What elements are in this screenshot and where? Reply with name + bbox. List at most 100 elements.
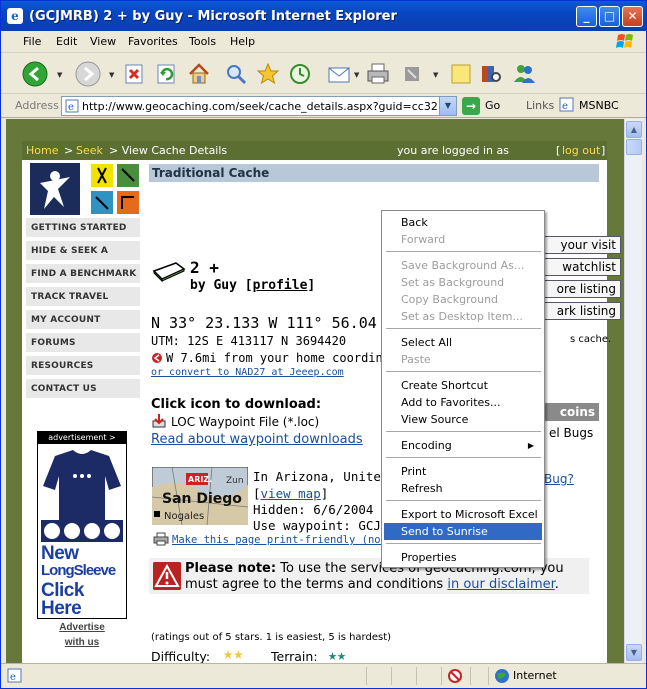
close-button[interactable]: ✕	[622, 6, 643, 27]
ctx-separator	[386, 371, 541, 372]
window-title: (GCJMRB) 2 + by Guy - Microsoft Internet…	[29, 9, 397, 24]
edit-icon[interactable]	[398, 60, 426, 88]
forward-icon[interactable]	[74, 60, 102, 88]
hidden-date: Hidden: 6/6/2004	[253, 502, 374, 517]
scroll-down-icon[interactable]: ▼	[626, 644, 642, 661]
printer-small-icon[interactable]	[153, 532, 169, 546]
profile-link[interactable]: profile	[253, 278, 308, 293]
ctx-add-favorites[interactable]: Add to Favorites...	[384, 394, 542, 411]
back-dropdown-icon[interactable]: ▼	[57, 71, 64, 79]
breadcrumb-seek[interactable]: Seek	[76, 144, 103, 157]
ctx-create-shortcut[interactable]: Create Shortcut	[384, 377, 542, 394]
edit-dropdown-icon[interactable]: ▼	[433, 71, 440, 79]
menu-bar: File Edit View Favorites Tools Help	[1, 31, 646, 53]
back-icon[interactable]	[21, 60, 49, 88]
ctx-export-excel[interactable]: Export to Microsoft Excel	[384, 506, 542, 523]
title-bar[interactable]: e (GCJMRB) 2 + by Guy - Microsoft Intern…	[1, 1, 646, 31]
minimize-button[interactable]: _	[576, 6, 597, 27]
nav-forums[interactable]: FORUMS	[26, 333, 140, 354]
vertical-scrollbar[interactable]: ▲ ▼	[624, 119, 642, 663]
menu-favorites[interactable]: Favorites	[128, 35, 178, 48]
nav-track-travel-bugs[interactable]: TRACK TRAVEL BUGS	[26, 287, 140, 323]
ctx-send-to-sunrise[interactable]: Send to Sunrise	[384, 523, 542, 540]
ctx-back[interactable]: Back	[384, 214, 542, 231]
ie-app-icon[interactable]: e	[7, 8, 23, 24]
download-file-icon[interactable]	[151, 413, 167, 429]
geocaching-logo-icon[interactable]	[30, 163, 80, 215]
read-about-downloads-link[interactable]: Read about waypoint downloads	[151, 432, 363, 447]
popup-blocked-icon[interactable]	[447, 668, 463, 684]
mail-dropdown-icon[interactable]: ▼	[354, 71, 361, 79]
menu-view[interactable]: View	[90, 35, 116, 48]
disclaimer-link[interactable]: in our disclaimer	[447, 577, 554, 592]
shirt-image-icon	[41, 446, 123, 520]
menu-tools[interactable]: Tools	[189, 35, 216, 48]
nav-contact-us[interactable]: CONTACT US	[26, 379, 140, 400]
nav-find-benchmark[interactable]: FIND A BENCHMARK	[26, 264, 140, 285]
advertise-link[interactable]: Advertise	[37, 622, 127, 633]
nav-my-account[interactable]: MY ACCOUNT	[26, 310, 140, 331]
breadcrumb-home[interactable]: Home	[26, 144, 58, 157]
messenger-icon[interactable]	[511, 60, 539, 88]
print-friendly-link[interactable]: Make this page print-friendly (no logs	[172, 534, 412, 546]
refresh-icon[interactable]	[153, 60, 181, 88]
geocaching-emblem-icon	[91, 164, 139, 214]
address-dropdown-icon[interactable]: ▼	[439, 97, 456, 115]
stop-icon[interactable]	[121, 60, 149, 88]
address-input[interactable]: e http://www.geocaching.com/seek/cache_d…	[61, 96, 457, 116]
ctx-separator	[386, 328, 541, 329]
nav-resources[interactable]: RESOURCES	[26, 356, 140, 377]
menu-file[interactable]: File	[23, 35, 41, 48]
links-label[interactable]: Links	[526, 99, 554, 112]
nav-hide-seek[interactable]: HIDE & SEEK A CACHE	[26, 241, 140, 277]
loc-file-label[interactable]: LOC Waypoint File (*.loc)	[171, 415, 319, 429]
scroll-thumb[interactable]	[626, 139, 642, 155]
bookmark-listing-button[interactable]: ark listing	[544, 302, 621, 320]
go-label[interactable]: Go	[485, 99, 500, 112]
ctx-print[interactable]: Print	[384, 463, 542, 480]
msnbc-label[interactable]: MSNBC	[579, 99, 619, 112]
travel-bug-link[interactable]: Bug?	[544, 472, 574, 486]
go-button[interactable]: → Go	[462, 97, 510, 115]
forward-dropdown-icon[interactable]: ▼	[109, 71, 116, 79]
nad27-link[interactable]: or convert to NAD27 at Jeeep.com	[151, 367, 344, 378]
research-icon[interactable]	[477, 60, 505, 88]
more-listing-button[interactable]: ore listing	[544, 280, 621, 298]
logout-bracket-close: ]	[601, 144, 606, 157]
ad-text-here[interactable]: Here	[41, 598, 82, 620]
go-arrow-icon[interactable]: →	[462, 97, 480, 115]
history-icon[interactable]	[286, 60, 314, 88]
advertise-with-us-link[interactable]: with us	[37, 637, 127, 648]
home-icon[interactable]	[185, 60, 213, 88]
favorites-star-icon[interactable]	[254, 60, 282, 88]
view-map-link[interactable]: view map	[261, 486, 321, 501]
area-map-thumbnail[interactable]: ARIZ. Zun San Diego Nogales	[152, 467, 248, 525]
ctx-save-background: Save Background As...	[401, 259, 525, 272]
ad-icon-strip	[41, 520, 123, 542]
search-icon[interactable]	[222, 60, 250, 88]
ctx-view-source[interactable]: View Source	[384, 411, 542, 428]
mail-icon[interactable]	[326, 60, 354, 88]
log-visit-button[interactable]: your visit	[544, 236, 621, 254]
ctx-properties[interactable]: Properties	[384, 549, 542, 566]
ctx-encoding[interactable]: Encoding ▶	[384, 437, 542, 454]
watchlist-button[interactable]: watchlist	[544, 258, 621, 276]
maximize-button[interactable]: □	[599, 6, 620, 27]
svg-text:e: e	[10, 672, 16, 683]
print-icon[interactable]	[364, 60, 392, 88]
msnbc-page-icon: e	[559, 97, 574, 112]
scroll-up-icon[interactable]: ▲	[626, 121, 642, 138]
ad-label: advertisement >	[38, 432, 126, 444]
address-url[interactable]: http://www.geocaching.com/seek/cache_det…	[82, 100, 438, 113]
ad-text-longsleeve[interactable]: LongSleeve	[41, 562, 116, 579]
ctx-separator	[386, 457, 541, 458]
advertisement-banner[interactable]: advertisement > New LongSleeve Click Her…	[37, 431, 127, 619]
nav-getting-started[interactable]: GETTING STARTED	[26, 218, 140, 239]
menu-help[interactable]: Help	[230, 35, 255, 48]
notes-icon[interactable]	[447, 60, 475, 88]
menu-edit[interactable]: Edit	[56, 35, 77, 48]
status-divider	[488, 667, 489, 685]
ctx-select-all[interactable]: Select All	[384, 334, 542, 351]
logout-link[interactable]: log out	[562, 144, 600, 157]
ctx-refresh[interactable]: Refresh	[384, 480, 542, 497]
